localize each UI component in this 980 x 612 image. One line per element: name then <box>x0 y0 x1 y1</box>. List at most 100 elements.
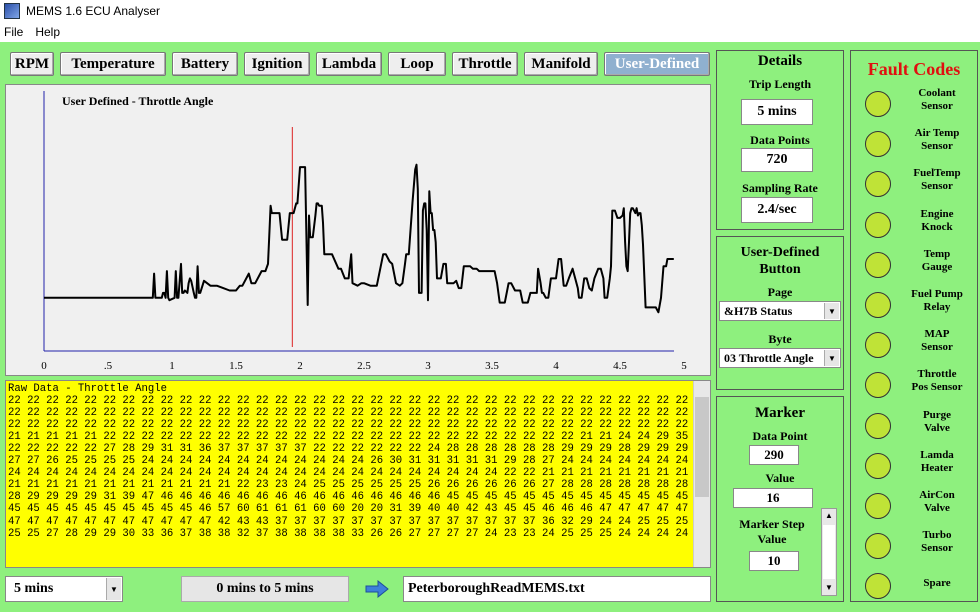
fault-code-label: Purge Valve <box>895 409 979 435</box>
fault-indicator-light <box>865 493 891 519</box>
value-label: Value <box>765 471 795 485</box>
raw-data-line: 21 21 21 21 21 22 22 22 22 22 22 22 22 2… <box>8 431 711 444</box>
tab-rpm[interactable]: RPM <box>10 52 54 76</box>
fault-code-item: FuelTemp Sensor <box>851 167 979 207</box>
tab-throttle[interactable]: Throttle <box>452 52 518 76</box>
data-points-value: 720 <box>741 148 813 172</box>
x-tick-label: 0 <box>41 360 47 372</box>
x-tick-label: 3 <box>425 360 431 372</box>
fault-code-label: Fuel Pump Relay <box>895 288 979 314</box>
fault-code-item: Engine Knock <box>851 208 979 248</box>
marker-step-value[interactable]: 10 <box>749 551 799 571</box>
fault-code-label-line: Knock <box>921 220 953 233</box>
fault-code-label: AirCon Valve <box>895 489 979 515</box>
arrow-right-icon[interactable] <box>364 578 390 600</box>
duration-select[interactable]: 5 mins ▼ <box>5 576 123 602</box>
user-defined-panel: User-Defined Button Page &H7B Status ▼ B… <box>716 236 844 390</box>
fault-code-label-line: Engine <box>920 207 954 220</box>
sampling-rate-label: Sampling Rate <box>742 181 818 195</box>
fault-code-label-line: Coolant <box>918 87 956 99</box>
user-defined-title-1: User-Defined <box>740 245 820 260</box>
chevron-down-icon[interactable]: ▼ <box>106 578 121 600</box>
arrow-down-icon[interactable]: ▼ <box>822 581 836 595</box>
tab-loop[interactable]: Loop <box>388 52 446 76</box>
fault-code-label-line: Spare <box>923 577 951 590</box>
fault-code-label-line: Gauge <box>921 260 953 273</box>
fault-indicator-light <box>865 332 891 359</box>
fault-code-label: FuelTemp Sensor <box>895 167 979 193</box>
fault-code-label: Temp Gauge <box>895 248 979 274</box>
raw-data-line: 22 22 22 22 22 22 22 22 22 22 22 22 22 2… <box>8 407 711 420</box>
marker-step-scrollbar[interactable]: ▲ ▼ <box>821 508 837 596</box>
fault-code-item: Fuel Pump Relay <box>851 288 979 328</box>
raw-data-line: 24 24 24 24 24 24 24 24 24 24 24 24 24 2… <box>8 467 711 480</box>
fault-code-label: Throttle Pos Sensor <box>895 368 979 394</box>
byte-select-value: 03 Throttle Angle <box>724 350 814 365</box>
throttle-angle-chart[interactable]: 0 .5 1 1.5 2 2.5 3 3.5 4 4.5 5 <box>6 85 710 375</box>
fault-code-item: Lamda Heater <box>851 449 979 489</box>
marker-step-thumb[interactable] <box>823 525 835 579</box>
fault-code-label-line: Sensor <box>921 100 953 112</box>
raw-data-panel[interactable]: Raw Data - Throttle Angle 22 22 22 22 22 … <box>5 380 711 568</box>
raw-data-line: 25 25 27 28 29 29 30 33 36 37 38 38 32 3… <box>8 527 711 540</box>
tab-user-defined[interactable]: User-Defined <box>604 52 710 76</box>
raw-data-line: 28 29 29 29 29 31 39 47 46 46 46 46 46 4… <box>8 491 711 504</box>
fault-code-label-line: Purge <box>922 408 952 421</box>
raw-data-line: 22 22 22 22 22 22 22 22 22 22 22 22 22 2… <box>8 419 711 432</box>
data-points-label: Data Points <box>750 133 810 147</box>
raw-data-header: Raw Data - Throttle Angle <box>8 383 167 395</box>
fault-code-item: Spare <box>851 569 979 609</box>
throttle-angle-series-line <box>44 163 674 314</box>
fault-indicator-light <box>865 533 891 560</box>
fault-indicator-light <box>865 412 891 439</box>
title-bar: MEMS 1.6 ECU Analyser <box>0 0 980 22</box>
byte-select[interactable]: 03 Throttle Angle ▼ <box>719 348 841 368</box>
duration-select-value: 5 mins <box>14 581 54 596</box>
filename-field[interactable]: PeterboroughReadMEMS.txt <box>403 576 711 602</box>
trip-length-label: Trip Length <box>748 77 812 91</box>
fault-code-label: Lamda Heater <box>895 449 979 475</box>
menu-help[interactable]: Help <box>31 25 68 39</box>
fault-code-label: Turbo Sensor <box>895 529 979 555</box>
arrow-up-icon[interactable]: ▲ <box>822 509 836 523</box>
tab-temperature[interactable]: Temperature <box>60 52 166 76</box>
fault-indicator-light <box>865 131 891 158</box>
x-tick-label: 2 <box>297 360 303 372</box>
raw-data-scrollbar[interactable] <box>693 381 710 567</box>
user-defined-title-2: Button <box>759 262 801 277</box>
fault-code-label-line: Temp <box>923 247 951 260</box>
page-select-value: &H7B Status <box>724 303 793 318</box>
fault-code-item: Turbo Sensor <box>851 529 979 569</box>
fault-code-label-line: AirCon <box>919 489 955 501</box>
chevron-down-icon[interactable]: ▼ <box>824 303 839 319</box>
data-point-value: 290 <box>749 445 799 465</box>
fault-code-label-line: Heater <box>920 461 954 474</box>
menu-file[interactable]: File <box>0 25 31 39</box>
scroll-thumb[interactable] <box>695 397 709 497</box>
fault-code-item: Purge Valve <box>851 409 979 449</box>
fault-code-label-line: Sensor <box>921 140 953 153</box>
fault-code-label-line: Pos Sensor <box>911 381 963 394</box>
chevron-down-icon[interactable]: ▼ <box>824 350 839 366</box>
fault-code-label: MAP Sensor <box>895 328 979 354</box>
raw-data-line: 45 45 45 45 45 45 45 45 45 45 46 57 60 6… <box>8 503 711 516</box>
page-label: Page <box>767 285 793 299</box>
x-tick-label: 1.5 <box>229 360 243 372</box>
page-select[interactable]: &H7B Status ▼ <box>719 301 841 321</box>
fault-indicator-light <box>865 251 891 278</box>
fault-code-item: Air Temp Sensor <box>851 127 979 167</box>
marker-step-label-1: Marker Step <box>739 517 805 531</box>
app-icon <box>4 3 20 19</box>
fault-code-item: AirCon Valve <box>851 489 979 529</box>
tab-battery[interactable]: Battery <box>172 52 238 76</box>
chart-panel: User Defined - Throttle Angle 0.5 1 1.5 2 2.… <box>5 84 711 376</box>
time-range-display: 0 mins to 5 mins <box>181 576 349 602</box>
tab-manifold[interactable]: Manifold <box>524 52 598 76</box>
data-point-label: Data Point <box>752 429 808 443</box>
tab-ignition[interactable]: Ignition <box>244 52 310 76</box>
tab-lambda[interactable]: Lambda <box>316 52 382 76</box>
fault-code-label: Coolant Sensor <box>895 87 979 113</box>
x-tick-label: 2.5 <box>357 360 371 372</box>
fault-indicator-light <box>865 372 891 399</box>
fault-code-label-line: Valve <box>924 421 950 434</box>
